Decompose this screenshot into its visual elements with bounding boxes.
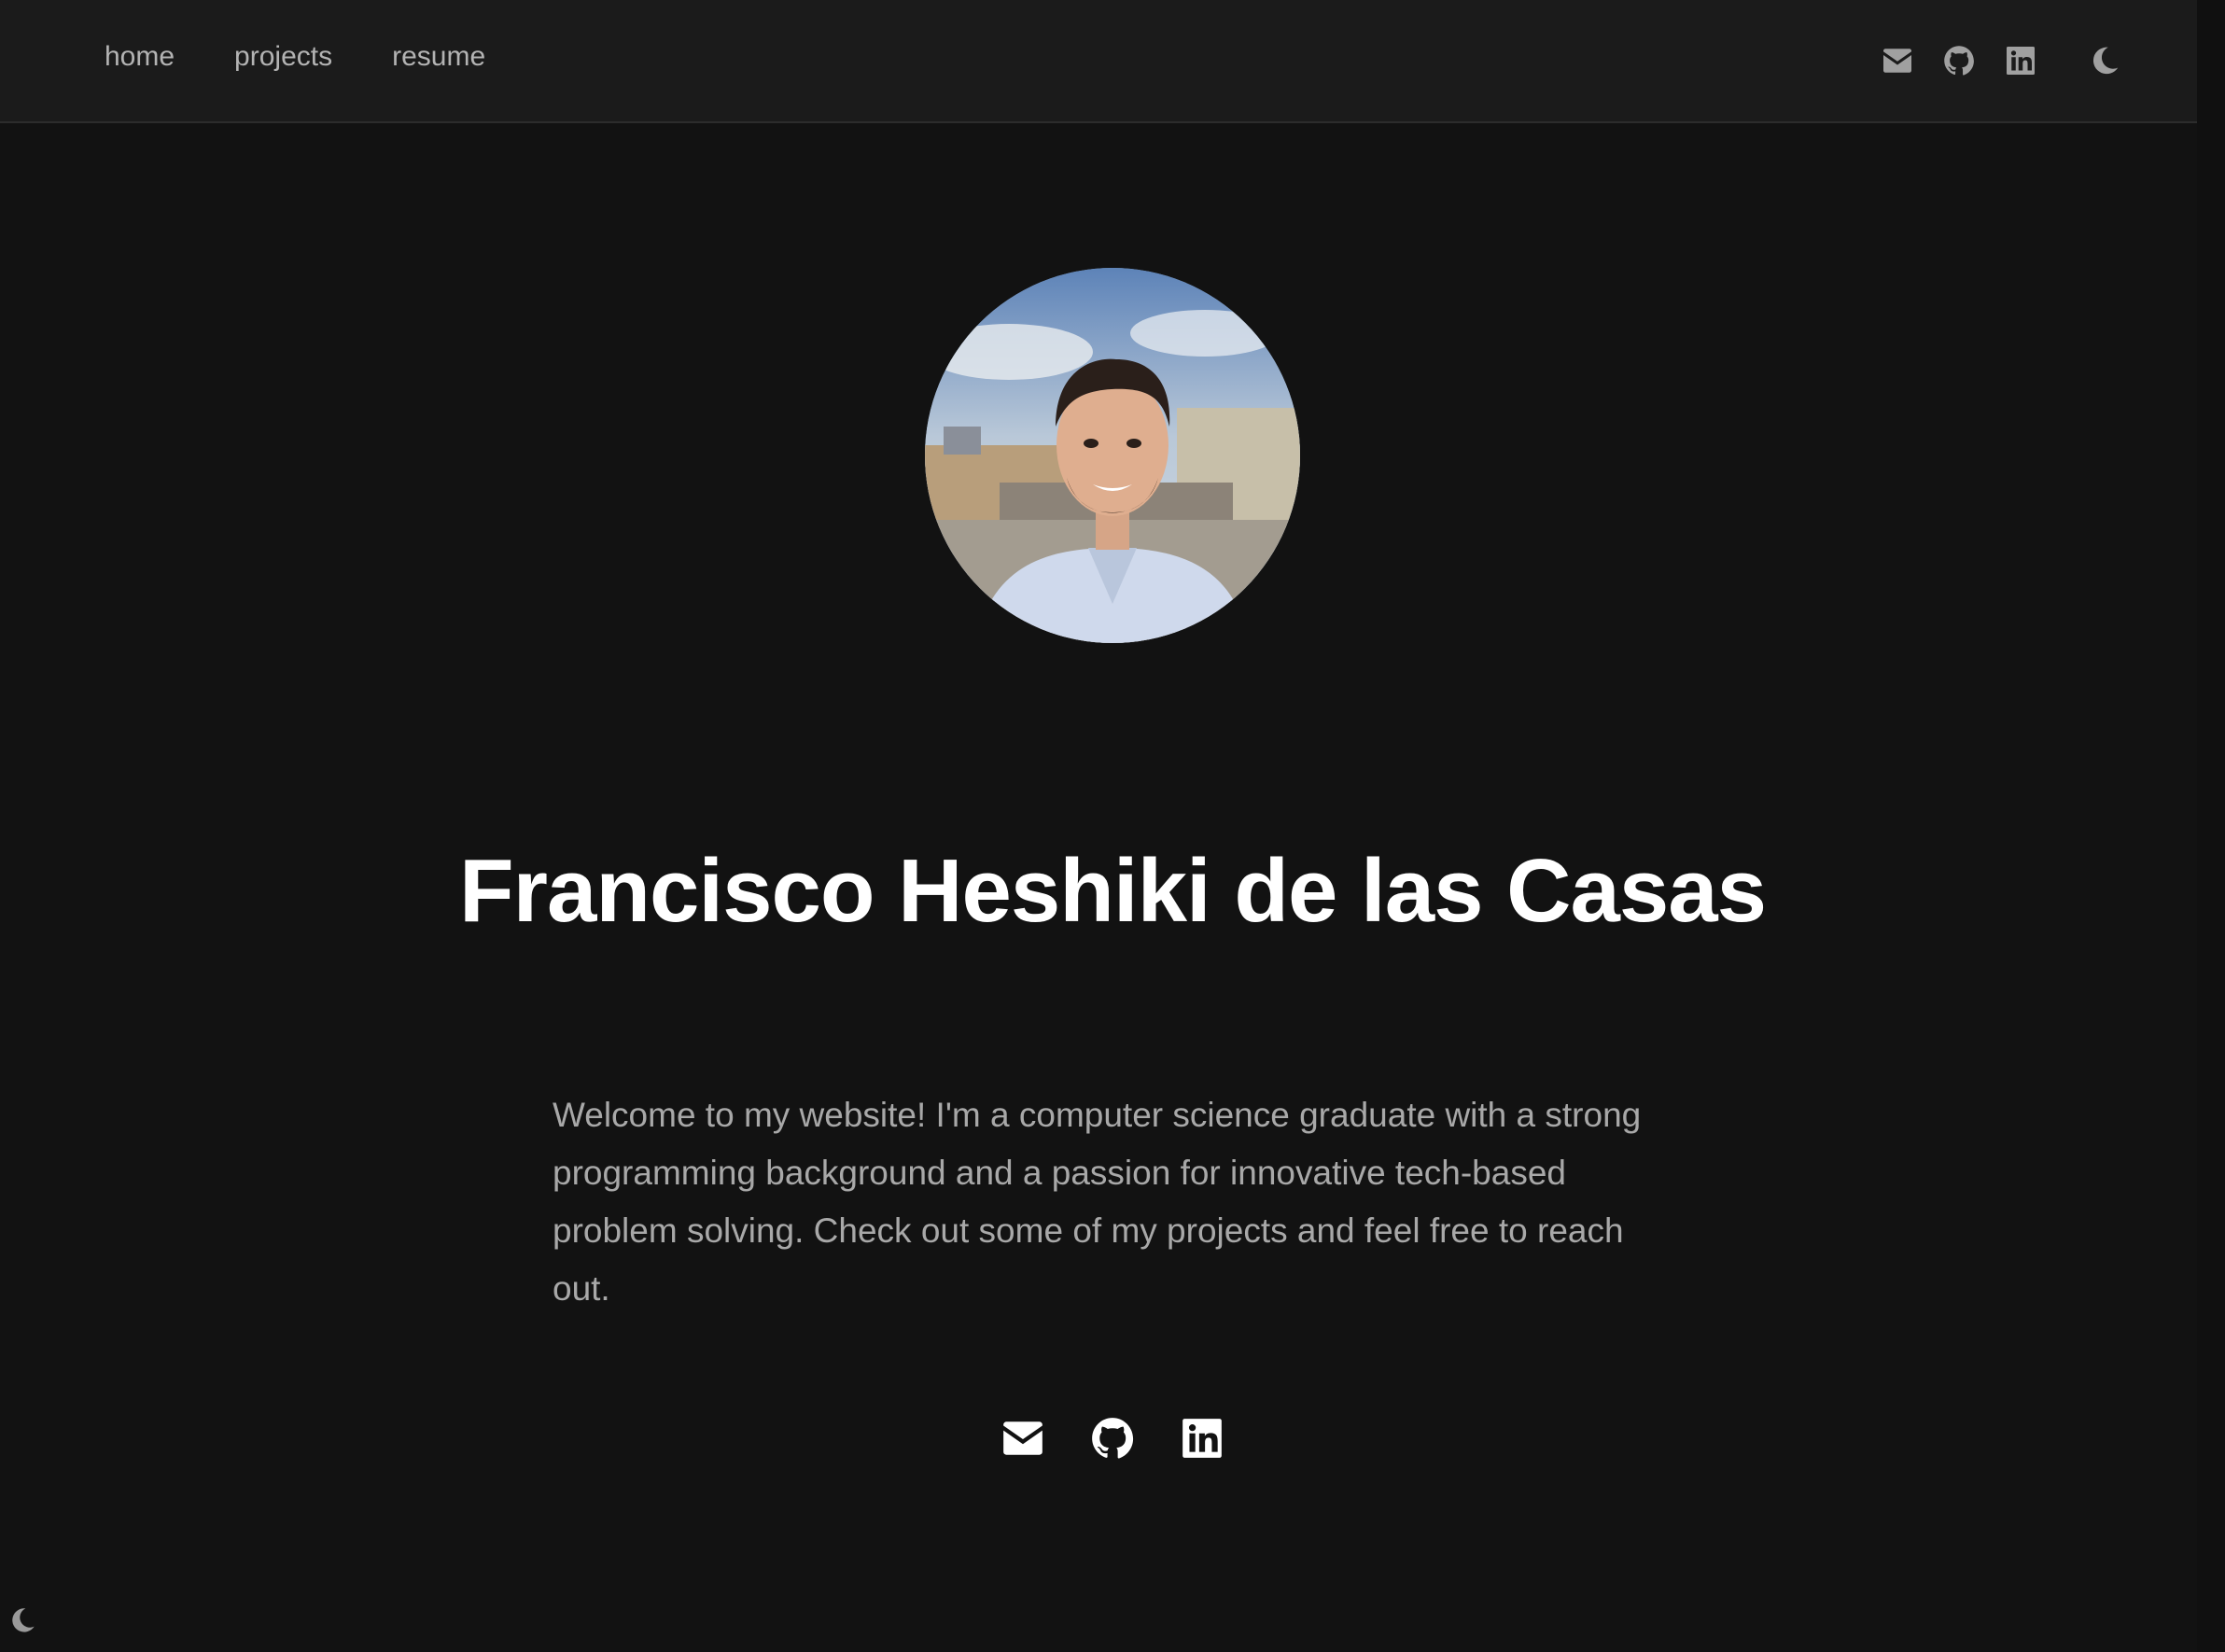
profile-photo	[925, 268, 1300, 643]
social-links	[0, 1415, 2225, 1462]
github-icon[interactable]	[1941, 43, 1977, 78]
nav-icon-group	[1880, 43, 2122, 78]
envelope-icon[interactable]	[1880, 43, 1915, 78]
moon-icon[interactable]	[2087, 43, 2122, 78]
envelope-icon[interactable]	[1000, 1415, 1046, 1462]
nav-link-projects[interactable]: projects	[234, 41, 332, 73]
github-icon[interactable]	[1089, 1415, 1136, 1462]
nav-link-resume[interactable]: resume	[392, 41, 485, 73]
top-navbar: home projects resume	[0, 0, 2197, 123]
bio-paragraph: Welcome to my website! I'm a computer sc…	[553, 1096, 1642, 1308]
moon-icon[interactable]	[7, 1605, 37, 1635]
page-title: Francisco Heshiki de las Casas	[458, 841, 1767, 941]
nav-link-home[interactable]: home	[105, 41, 175, 73]
linkedin-icon[interactable]	[2003, 43, 2038, 78]
nav-links: home projects resume	[105, 41, 485, 73]
scrollbar-track[interactable]	[2197, 0, 2225, 1652]
linkedin-icon[interactable]	[1179, 1415, 1225, 1462]
